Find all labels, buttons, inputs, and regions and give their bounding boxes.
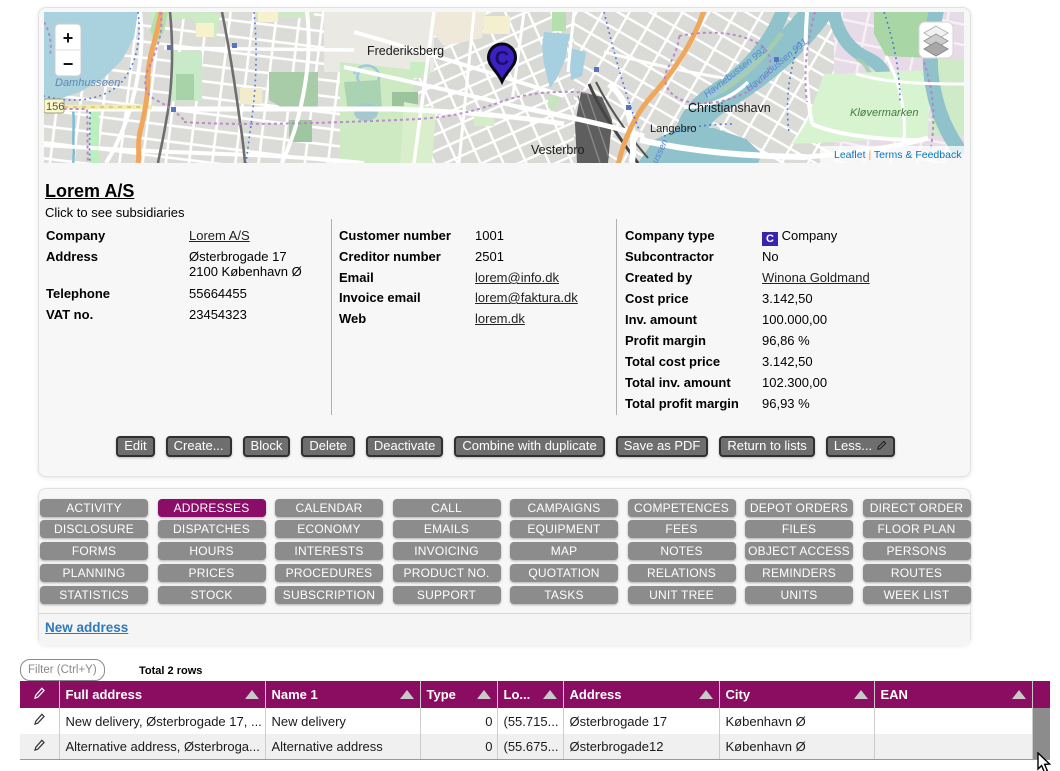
svg-text:−: − [63, 54, 74, 74]
svg-text:Kløvermarken: Kløvermarken [850, 107, 918, 119]
svg-text:Christianshavn: Christianshavn [688, 101, 771, 115]
svg-text:Frederiksberg: Frederiksberg [367, 44, 444, 58]
svg-text:Langebro: Langebro [650, 123, 697, 135]
svg-text:Vesterbro: Vesterbro [531, 143, 585, 157]
svg-text:Leaflet | Terms & Feedback: Leaflet | Terms & Feedback [834, 149, 962, 161]
svg-text:C: C [495, 48, 509, 70]
svg-text:+: + [63, 28, 74, 48]
svg-text:Damhussøen: Damhussøen [55, 77, 120, 89]
svg-text:156: 156 [46, 101, 64, 113]
